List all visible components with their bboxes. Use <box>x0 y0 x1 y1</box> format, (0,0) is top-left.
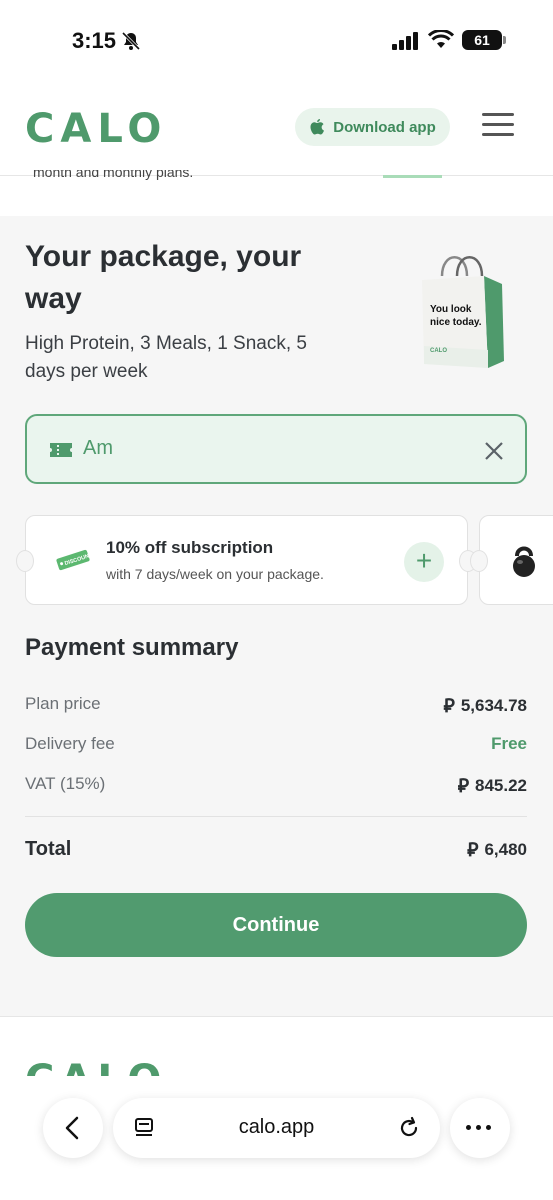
more-options-button[interactable] <box>450 1098 510 1158</box>
promo-code-input[interactable]: Am <box>25 414 527 484</box>
address-bar[interactable]: calo.app <box>113 1098 440 1158</box>
plan-price-row: Plan price ⃁ 5,634.78 <box>25 694 527 718</box>
bag-text-line1: You look <box>430 304 472 315</box>
truncated-accent <box>383 175 442 178</box>
coupon-title: 10% off subscription <box>106 538 274 557</box>
promo-code-value[interactable]: Am <box>83 437 113 460</box>
bag-text-line2: nice today. <box>430 317 482 328</box>
ticket-icon <box>50 443 72 457</box>
summary-divider <box>25 816 527 817</box>
footer-divider <box>0 1016 553 1017</box>
back-button[interactable] <box>43 1098 103 1158</box>
coupon-card-next[interactable] <box>470 515 553 605</box>
download-app-button[interactable]: Download app <box>295 108 450 146</box>
total-row: Total ⃁ 6,480 <box>25 838 527 862</box>
discount-tag-icon: DISCOUNT <box>56 549 90 571</box>
url-text[interactable]: calo.app <box>113 1116 440 1139</box>
package-subtitle: High Protein, 3 Meals, 1 Snack, 5 days p… <box>25 333 307 382</box>
battery-indicator: 61 <box>462 30 502 50</box>
riyal-icon: ⃁ <box>457 776 469 797</box>
delivery-fee-label: Delivery fee <box>25 734 115 753</box>
plan-price-amount: ⃁ 5,634.78 <box>444 694 527 718</box>
status-bar: 3:15 61 <box>0 0 553 80</box>
bell-muted-icon <box>121 31 141 51</box>
download-app-label: Download app <box>333 118 436 136</box>
status-time: 3:15 <box>72 28 117 53</box>
payment-summary-title: Payment summary <box>25 634 239 661</box>
page-title: Your package, your way <box>25 240 302 315</box>
menu-hamburger-icon[interactable] <box>482 113 514 139</box>
truncated-text: month and monthly plans. <box>33 170 194 180</box>
delivery-fee-row: Delivery fee Free <box>25 734 527 758</box>
signal-icon <box>392 32 418 50</box>
delivery-fee-value: Free <box>491 734 527 753</box>
calo-logo[interactable]: CALO <box>25 106 167 152</box>
total-label: Total <box>25 838 72 860</box>
vat-label: VAT (15%) <box>25 774 106 793</box>
coupon-subtitle: with 7 days/week on your package. <box>106 566 324 582</box>
plan-price-value: 5,634.78 <box>460 696 527 715</box>
footer-logo: CALO <box>25 1060 167 1076</box>
vat-value: 845.22 <box>475 776 527 795</box>
total-value: 6,480 <box>484 840 527 859</box>
more-dots-icon <box>466 1125 496 1130</box>
shopping-bag-image: You look nice today. CALO <box>422 256 504 368</box>
battery-cap <box>503 36 506 44</box>
continue-button[interactable]: Continue <box>25 893 527 957</box>
site-header: CALO Download app <box>0 80 553 176</box>
vat-row: VAT (15%) ⃁ 845.22 <box>25 774 527 798</box>
plan-price-label: Plan price <box>25 694 101 713</box>
bag-brand: CALO <box>430 348 447 354</box>
total-amount: ⃁ 6,480 <box>467 838 527 862</box>
riyal-icon: ⃁ <box>467 840 479 861</box>
kettlebell-icon <box>513 546 535 577</box>
wifi-icon <box>428 30 454 48</box>
apple-icon <box>310 119 325 135</box>
reload-icon[interactable] <box>397 1115 421 1141</box>
vat-amount: ⃁ 845.22 <box>458 774 527 798</box>
riyal-icon: ⃁ <box>443 696 455 717</box>
chevron-left-icon <box>65 1116 79 1140</box>
discount-coupon-card[interactable]: DISCOUNT 10% off subscription with 7 day… <box>16 515 477 605</box>
add-coupon-button[interactable]: + <box>404 542 444 582</box>
close-icon[interactable] <box>483 440 505 462</box>
